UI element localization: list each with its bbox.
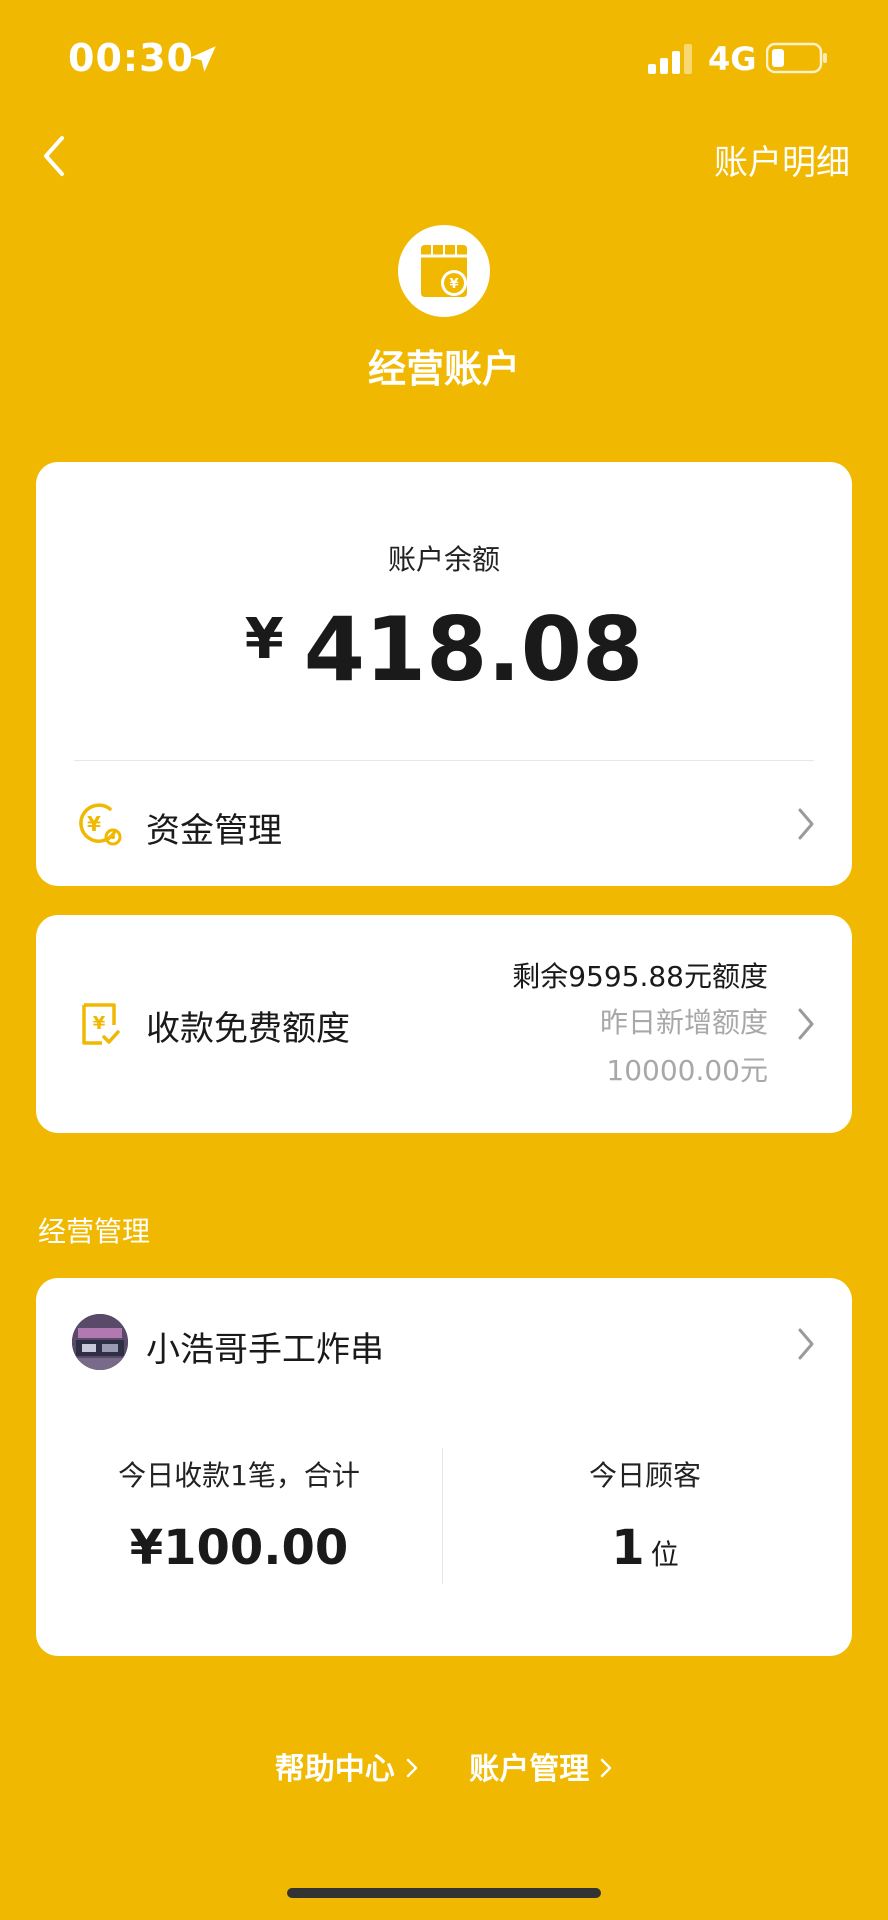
balance-amount: ¥418.08	[36, 598, 852, 701]
chevron-right-icon	[798, 1328, 814, 1360]
chevron-right-icon	[798, 808, 814, 840]
status-bar: 00:30 4G	[0, 0, 888, 120]
balance-value: 418.08	[303, 598, 644, 701]
quota-yesterday-label: 昨日新增额度	[599, 1006, 768, 1039]
today-payments-value: ¥100.00	[129, 1520, 349, 1576]
svg-text:¥: ¥	[93, 1013, 106, 1034]
chevron-right-icon	[406, 1758, 418, 1778]
back-icon[interactable]	[34, 130, 74, 182]
today-customers-unit: 位	[650, 1538, 679, 1571]
fund-management-icon: ¥	[79, 803, 122, 846]
page-title: 经营账户	[367, 347, 520, 391]
chevron-right-icon	[600, 1758, 612, 1778]
store-photo-icon	[72, 1314, 128, 1370]
fund-management-label: 资金管理	[146, 811, 282, 851]
location-arrow-icon	[190, 46, 216, 72]
today-customers-value: 1	[611, 1520, 645, 1576]
store-row[interactable]: 小浩哥手工炸串	[36, 1278, 852, 1408]
receipt-quota-icon: ¥	[82, 1003, 120, 1045]
section-title: 经营管理	[38, 1215, 151, 1248]
balance-label: 账户余额	[387, 543, 500, 576]
free-quota-label: 收款免费额度	[146, 1009, 350, 1049]
quota-remaining: 剩余9595.88元额度	[512, 960, 768, 993]
quota-yesterday-value: 10000.00元	[606, 1054, 768, 1087]
business-account-logo: ¥	[398, 225, 490, 317]
account-management-link[interactable]: 账户管理	[469, 1744, 613, 1788]
help-center-link[interactable]: 帮助中心	[275, 1744, 419, 1788]
battery-icon	[766, 42, 827, 74]
store-card: 小浩哥手工炸串 今日收款1笔，合计 ¥100.00 今日顾客 1位	[36, 1278, 852, 1656]
help-center-label: 帮助中心	[274, 1752, 395, 1787]
today-customers-label: 今日顾客	[588, 1459, 701, 1492]
today-payments-label: 今日收款1笔，合计	[118, 1459, 360, 1492]
signal-icon	[648, 44, 692, 74]
store-avatar	[72, 1314, 128, 1370]
status-time: 00:30	[68, 36, 194, 80]
svg-text:¥: ¥	[449, 277, 458, 292]
balance-card: 账户余额 ¥418.08 ¥ 资金管理	[36, 462, 852, 886]
fund-management-row[interactable]: ¥ 资金管理	[36, 761, 852, 886]
account-details-link[interactable]: 账户明细	[714, 135, 850, 184]
currency-symbol: ¥	[244, 607, 284, 672]
account-management-label: 账户管理	[469, 1752, 590, 1787]
free-quota-card[interactable]: ¥ 收款免费额度 剩余9595.88元额度 昨日新增额度 10000.00元	[36, 915, 852, 1133]
store-name: 小浩哥手工炸串	[146, 1330, 384, 1370]
quota-details: 剩余9595.88元额度 昨日新增额度 10000.00元	[512, 955, 768, 1089]
today-payments-stat: 今日收款1笔，合计 ¥100.00	[36, 1454, 442, 1576]
home-indicator[interactable]	[287, 1888, 601, 1898]
footer-links: 帮助中心 账户管理	[0, 1744, 888, 1788]
shop-wallet-icon: ¥	[421, 245, 467, 297]
chevron-right-icon	[798, 1008, 814, 1040]
today-customers-stat: 今日顾客 1位	[442, 1454, 848, 1576]
svg-text:¥: ¥	[87, 812, 101, 836]
today-customers-value-row: 1位	[442, 1520, 848, 1576]
network-type: 4G	[708, 40, 757, 78]
